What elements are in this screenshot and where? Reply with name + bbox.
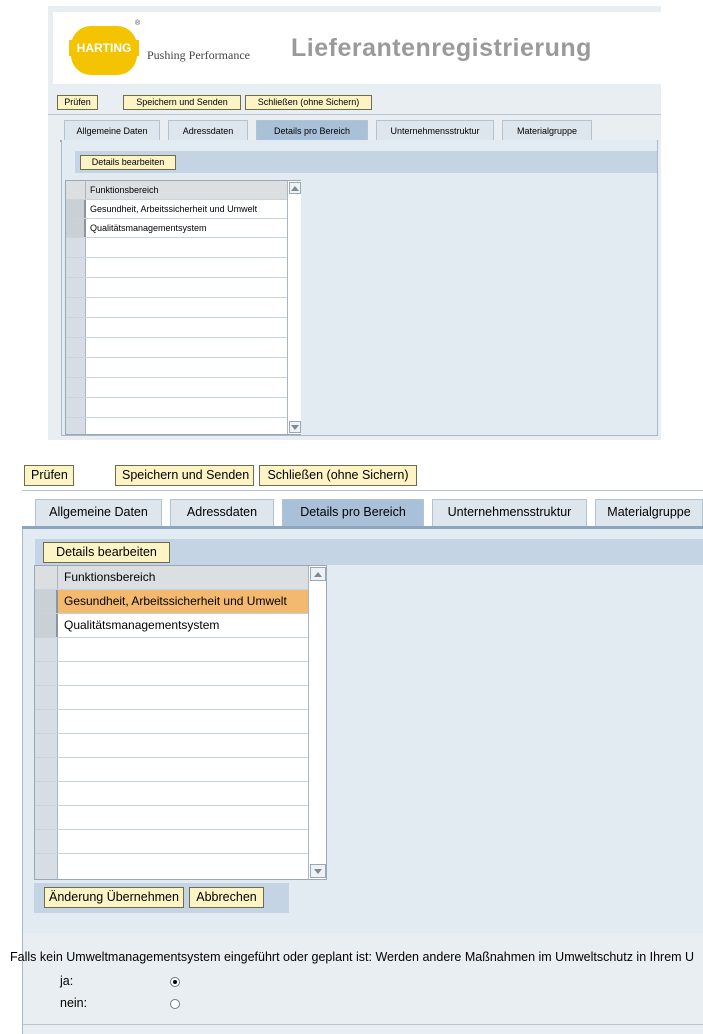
table-row-empty <box>35 758 326 782</box>
tagline: Pushing Performance <box>147 48 250 62</box>
row-label[interactable]: Qualitätsmanagementsystem <box>90 219 207 237</box>
column-header-function-area[interactable]: Funktionsbereich <box>90 181 159 199</box>
arrow-down-icon <box>314 869 322 874</box>
app-header: HARTING ® Pushing Performance Lieferante… <box>53 12 661 84</box>
table-row-empty <box>35 710 326 734</box>
table-row-empty <box>35 830 326 854</box>
table-row-empty <box>35 782 326 806</box>
table-row-empty <box>35 662 326 686</box>
table-row-empty <box>35 686 326 710</box>
tab-general-data[interactable]: Allgemeine Daten <box>35 499 162 526</box>
table-row-empty <box>66 318 300 338</box>
table-row-empty <box>66 398 300 418</box>
environment-question: Falls kein Umweltmanagementsystem eingef… <box>10 950 695 964</box>
table-row-empty <box>66 358 300 378</box>
tab-details-per-area[interactable]: Details pro Bereich <box>282 499 424 526</box>
row-label[interactable]: Qualitätsmanagementsystem <box>64 614 219 637</box>
scroll-up-button[interactable] <box>289 182 301 194</box>
table-row-empty <box>35 854 326 879</box>
table-row-empty <box>66 258 300 278</box>
table-row-empty <box>35 734 326 758</box>
row-selector[interactable] <box>66 219 86 237</box>
close-without-save-button[interactable]: Schließen (ohne Sichern) <box>259 465 417 486</box>
edit-details-button[interactable]: Details bearbeiten <box>80 155 176 170</box>
table-scrollbar[interactable] <box>287 181 301 434</box>
section-toolbar: Details bearbeiten <box>35 539 703 565</box>
tab-details-per-area[interactable]: Details pro Bereich <box>256 120 368 140</box>
row-label[interactable]: Gesundheit, Arbeitssicherheit und Umwelt <box>90 200 257 218</box>
scroll-down-button[interactable] <box>310 864 326 878</box>
tab-strip: Allgemeine Daten Adressdaten Details pro… <box>22 499 703 529</box>
edit-actions-bar: Änderung Übernehmen Abbrechen <box>34 883 289 913</box>
function-area-table: Funktionsbereich Gesundheit, Arbeitssich… <box>65 180 301 435</box>
table-row[interactable]: Gesundheit, Arbeitssicherheit und Umwelt <box>66 200 300 219</box>
table-header-row: Funktionsbereich <box>35 566 326 590</box>
details-content: Details bearbeiten Funktionsbereich Gesu… <box>22 529 703 933</box>
check-button[interactable]: Prüfen <box>57 95 98 110</box>
save-send-button[interactable]: Speichern und Senden <box>123 95 241 110</box>
save-send-button[interactable]: Speichern und Senden <box>115 465 254 486</box>
table-row-empty <box>66 278 300 298</box>
tab-company-structure[interactable]: Unternehmensstruktur <box>432 499 587 526</box>
arrow-up-icon <box>314 572 322 577</box>
check-button[interactable]: Prüfen <box>24 465 74 486</box>
table-scrollbar[interactable] <box>308 566 326 879</box>
row-label[interactable]: Gesundheit, Arbeitssicherheit und Umwelt <box>64 590 287 613</box>
toolbar-divider <box>22 490 703 491</box>
table-row-empty <box>66 338 300 358</box>
table-row-empty <box>66 238 300 258</box>
table-row[interactable]: Qualitätsmanagementsystem <box>66 219 300 238</box>
registration-panel-small: HARTING ® Pushing Performance Lieferante… <box>48 6 661 440</box>
scroll-up-button[interactable] <box>310 567 326 581</box>
arrow-down-icon <box>291 425 299 430</box>
row-selector[interactable] <box>35 614 58 637</box>
close-without-save-button[interactable]: Schließen (ohne Sichern) <box>245 95 372 110</box>
apply-changes-button[interactable]: Änderung Übernehmen <box>44 887 184 908</box>
row-selector[interactable] <box>35 590 58 613</box>
row-selector[interactable] <box>66 200 86 218</box>
tab-company-structure[interactable]: Unternehmensstruktur <box>376 120 494 140</box>
option-no-radio[interactable] <box>170 999 180 1009</box>
section-toolbar: Details bearbeiten <box>75 151 657 173</box>
table-row-empty <box>66 378 300 398</box>
table-header-row: Funktionsbereich <box>66 181 300 200</box>
table-row[interactable]: Qualitätsmanagementsystem <box>35 614 326 638</box>
function-area-table: Funktionsbereich Gesundheit, Arbeitssich… <box>34 565 327 880</box>
arrow-up-icon <box>291 186 299 191</box>
table-row-empty <box>35 806 326 830</box>
tab-material-group[interactable]: Materialgruppe <box>595 499 703 526</box>
table-row-empty <box>66 298 300 318</box>
harting-logo: HARTING ® <box>69 20 141 76</box>
scroll-down-button[interactable] <box>289 421 301 433</box>
table-row-empty <box>66 418 300 434</box>
details-content: Details bearbeiten Funktionsbereich Gesu… <box>61 140 658 436</box>
table-row-selected[interactable]: Gesundheit, Arbeitssicherheit und Umwelt <box>35 590 326 614</box>
edit-details-button[interactable]: Details bearbeiten <box>43 542 170 563</box>
tab-general-data[interactable]: Allgemeine Daten <box>64 120 160 140</box>
option-no-label: nein: <box>60 996 88 1010</box>
option-yes-radio[interactable] <box>170 977 180 987</box>
tab-address-data[interactable]: Adressdaten <box>168 120 248 140</box>
option-yes-label: ja: <box>60 974 74 988</box>
table-row-empty <box>35 638 326 662</box>
logo-text: HARTING <box>69 40 139 56</box>
column-header-function-area[interactable]: Funktionsbereich <box>64 566 155 589</box>
tab-material-group[interactable]: Materialgruppe <box>502 120 592 140</box>
tab-address-data[interactable]: Adressdaten <box>170 499 274 526</box>
page-title: Lieferantenregistrierung <box>291 34 592 62</box>
question-area <box>22 933 703 1034</box>
bottom-divider <box>22 1024 703 1025</box>
registered-mark: ® <box>135 20 141 27</box>
toolbar: Prüfen Speichern und Senden Schließen (o… <box>48 92 661 115</box>
tab-strip: Allgemeine Daten Adressdaten Details pro… <box>60 120 658 142</box>
cancel-button[interactable]: Abbrechen <box>189 887 264 908</box>
